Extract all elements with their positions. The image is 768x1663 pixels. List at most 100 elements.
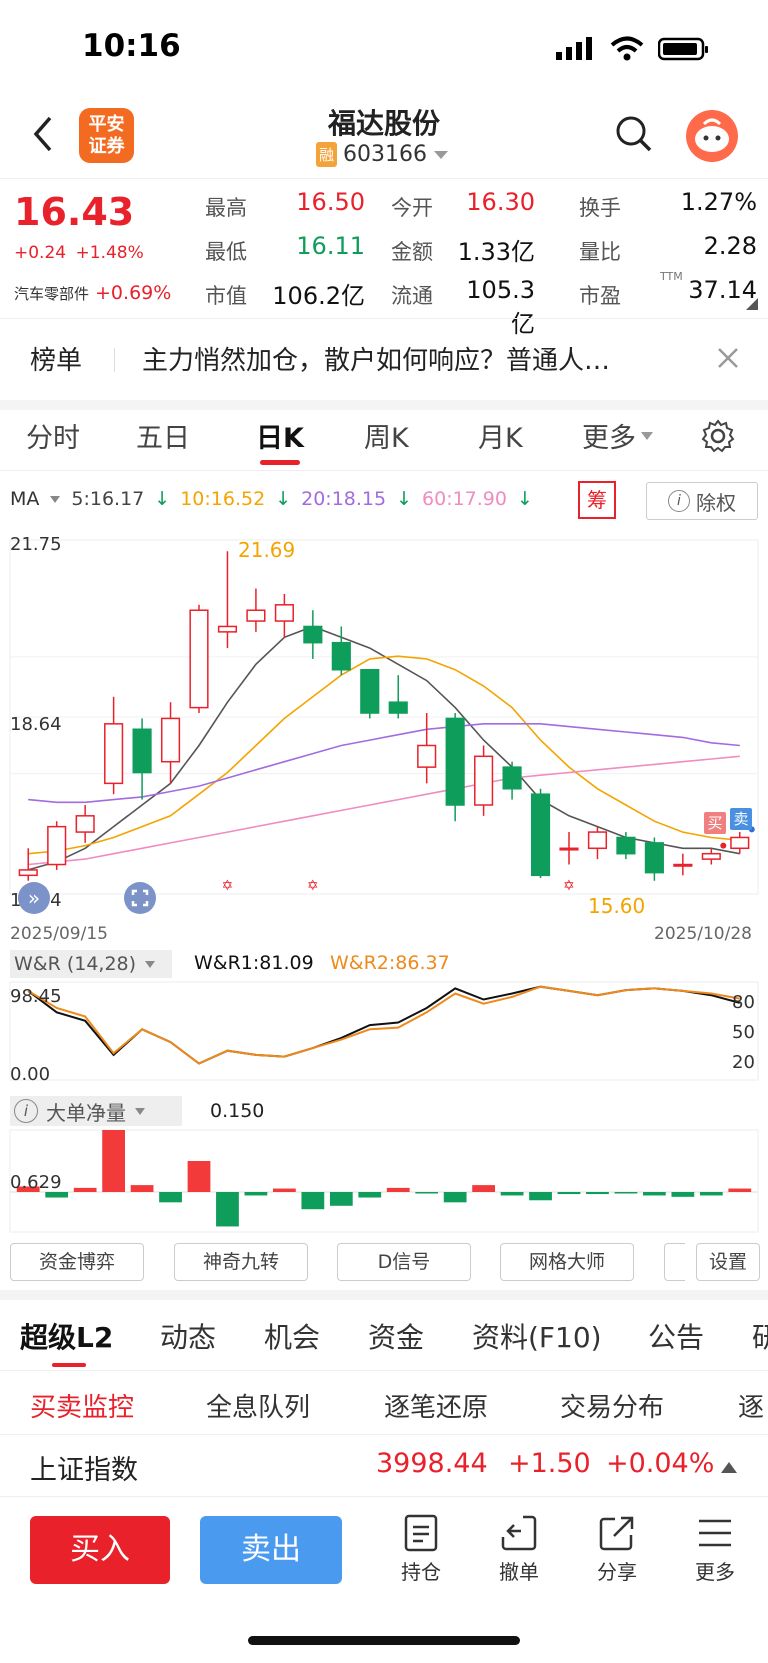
caret-down-icon [50,495,61,503]
chart-settings-gear-icon[interactable] [700,418,736,458]
quote-grid: 最高 16.50 今开 16.30 换手 1.27% 最低 16.11 金额 1.33亿 量比 2.2… [205,188,757,338]
cancel-order-tool[interactable]: 撤单 [484,1510,554,1585]
subtab-trade-monitor[interactable]: 买卖监控 [30,1387,134,1424]
notice-bar[interactable]: 榜单 主力悄然加仓，散户如何响应？普通人… [0,318,768,400]
price-change-abs: +0.24 [14,243,67,263]
bignet-bar [643,1192,666,1196]
bignet-bar [557,1192,581,1195]
sell-marker[interactable]: 卖 [730,808,752,830]
bignet-bar [614,1192,638,1194]
share-tool[interactable]: 分享 [582,1510,652,1585]
tab-capital[interactable]: 资金 [368,1316,424,1356]
tab-announcement[interactable]: 公告 [648,1316,704,1356]
chip-distribution-button[interactable]: 筹 [578,481,616,519]
expand-corner-icon[interactable] [746,298,758,310]
chip-settings[interactable]: 设置 [696,1243,760,1281]
ma-legend[interactable]: MA 5:16.17 ↓ 10:16.52 ↓ 20:18.15 ↓ 60:17.90… [10,488,533,510]
wr-title: W&R (14,28) [14,953,137,975]
chip-partial[interactable] [664,1243,685,1281]
bignet-bar [443,1192,467,1203]
buy-marker[interactable]: 买 [704,812,726,834]
chip-magic-nine[interactable]: 神奇九转 [174,1243,308,1281]
bignet-bar [216,1192,239,1227]
wr-y-right-20: 20 [732,1052,755,1073]
chip-grid-master[interactable]: 网格大师 [500,1243,634,1281]
cancel-order-label: 撤单 [499,1560,539,1584]
quote-label: 今开 [391,196,433,220]
candle-body [673,863,693,867]
tab-fenshi[interactable]: 分时 [26,416,80,455]
index-row[interactable]: 上证指数 3998.44 +1.50 +0.04% [0,1436,768,1496]
signal-star-icon: ✡ [221,878,233,894]
sector-name: 汽车零部件 [14,285,90,303]
candle-body [474,755,494,806]
arrow-down-icon: ↓ [275,488,292,510]
assistant-avatar-icon[interactable] [686,110,738,162]
quote-label: 最高 [205,196,247,220]
period-tabs: 分时 五日 日K 周K 月K 更多 [0,410,768,470]
subtab-trade-distribution[interactable]: 交易分布 [560,1387,664,1424]
candle-body [75,815,95,833]
tab-wuri[interactable]: 五日 [136,416,190,455]
ma20-value: 20:18.15 [301,488,387,510]
tab-research-partial[interactable]: 研 [752,1316,768,1356]
tab-rik[interactable]: 日K [256,416,304,455]
bignet-bar [244,1192,268,1196]
subtab-full-queue[interactable]: 全息队列 [206,1387,310,1424]
sell-button[interactable]: 卖出 [200,1516,342,1584]
quote-label: 市盈 [579,284,621,308]
tab-f10[interactable]: 资料(F10) [472,1316,602,1356]
search-icon[interactable] [614,114,654,158]
subtab-tick-replay[interactable]: 逐笔还原 [384,1387,488,1424]
last-price: 16.43 [14,190,135,234]
quote-label: 量比 [579,240,621,264]
stock-code-row[interactable]: 融 603166 [316,142,449,167]
bignet-bar [586,1192,609,1195]
wr-y-bottom: 0.00 [10,1064,51,1085]
margin-badge: 融 [316,142,338,167]
wr-line-wr2 [27,985,740,1065]
bignet-y-tick: 0.629 [10,1172,62,1193]
x-start-label: 2025/09/15 [10,924,108,944]
y-tick-mid: 18.64 [10,714,62,735]
quote-value: 16.30 [466,188,535,216]
arrow-down-icon: ↓ [396,488,413,510]
max-price-label: 21.69 [238,538,296,562]
bignet-bar [130,1185,154,1192]
adjust-button[interactable]: i 除权 [646,482,758,520]
chip-d-signal[interactable]: D信号 [337,1243,471,1281]
tab-super-l2[interactable]: 超级L2 [20,1316,113,1356]
bignet-bar [472,1185,495,1192]
candle-body [132,728,152,774]
ma10-value: 10:16.52 [180,488,266,510]
quote-label: 金额 [391,240,433,264]
bignet-chart[interactable] [0,1128,768,1238]
kline-chart[interactable]: ✡ ✡ ✡ [0,530,768,920]
index-value: 3998.44 [376,1448,488,1479]
wr-chart[interactable] [0,980,768,1088]
fullscreen-icon[interactable] [124,882,156,914]
status-time: 10:16 [82,28,181,64]
tab-zhouk[interactable]: 周K [364,416,409,455]
tab-more[interactable]: 更多 [582,416,654,455]
price-change-pct: +1.48% [75,243,144,263]
expand-left-icon[interactable]: » [18,882,50,914]
more-tool[interactable]: 更多 [680,1510,750,1585]
tab-news[interactable]: 动态 [160,1316,216,1356]
candle-body [730,836,750,850]
buy-button[interactable]: 买入 [30,1516,170,1584]
candle-body [559,847,579,851]
wr-indicator-selector[interactable]: W&R (14,28) [10,950,172,978]
sector-row[interactable]: 汽车零部件 +0.69% [14,282,171,304]
bignet-bar [273,1188,296,1192]
close-icon[interactable] [716,346,740,374]
caret-down-icon [434,150,448,159]
holdings-tool[interactable]: 持仓 [386,1510,456,1585]
tab-opportunity[interactable]: 机会 [264,1316,320,1356]
subtab-partial[interactable]: 逐 [738,1387,768,1424]
chip-capital-game[interactable]: 资金博弈 [10,1243,144,1281]
bignet-indicator-selector[interactable]: i 大单净量 [10,1096,182,1126]
candle-body [530,793,551,877]
candle-body [18,869,38,877]
tab-yuek[interactable]: 月K [478,416,523,455]
